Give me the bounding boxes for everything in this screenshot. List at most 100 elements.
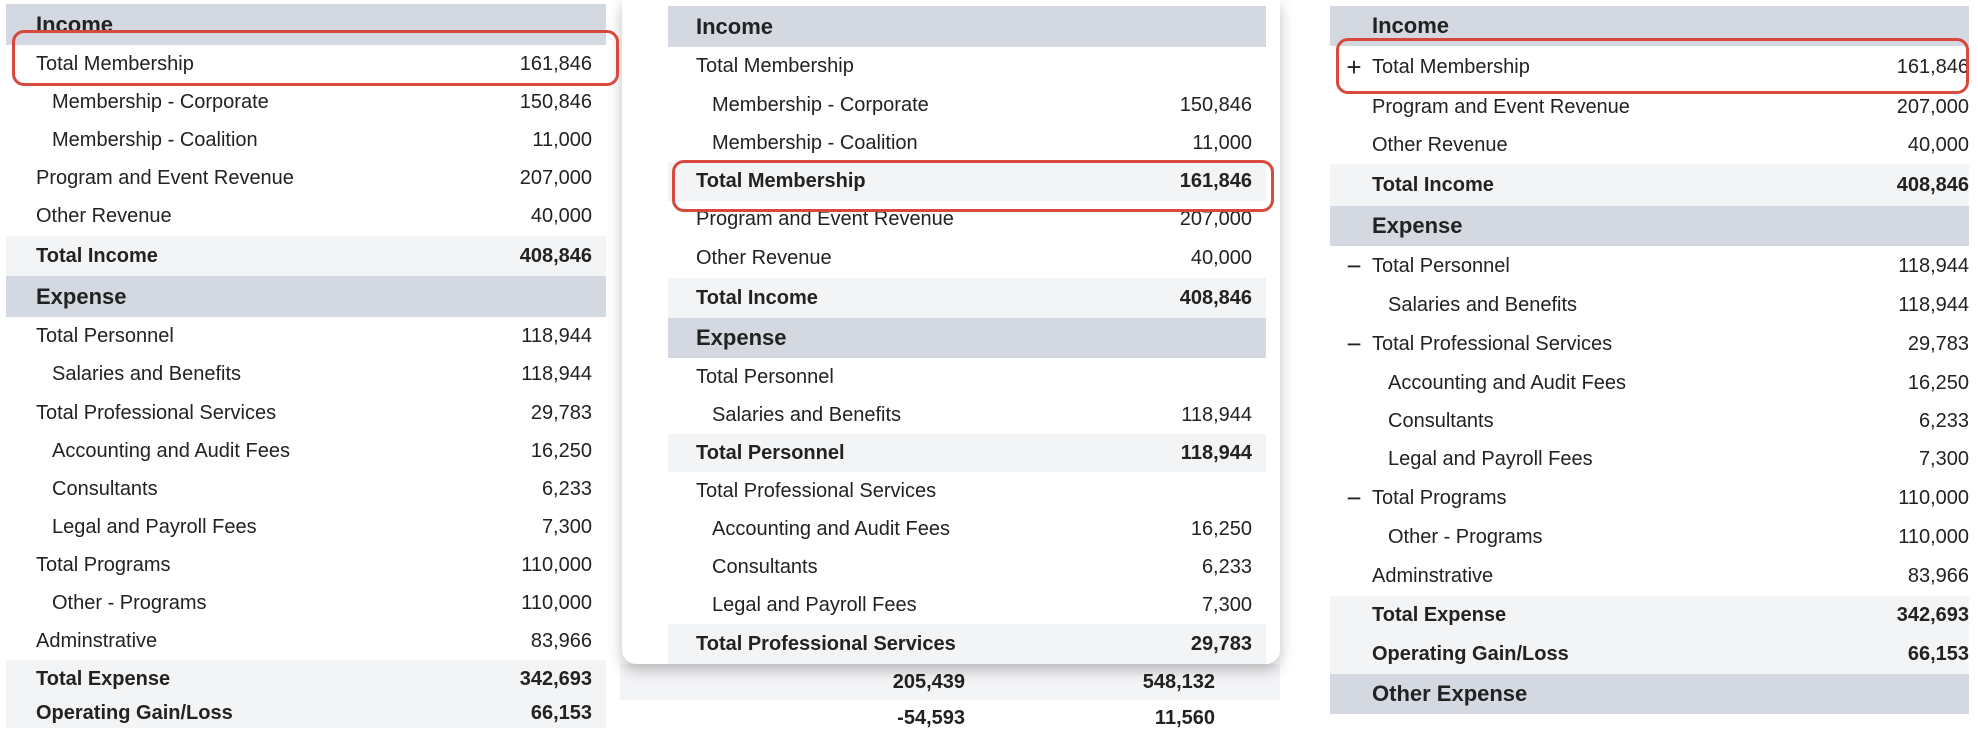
right_panel-row: Accounting and Audit Fees 16,250 <box>1330 364 1969 402</box>
row-value: 110,000 <box>1898 525 1969 548</box>
row-label: Other Revenue <box>1372 133 1508 156</box>
left_panel-row: Accounting and Audit Fees 16,250 <box>6 432 606 470</box>
row-label: Total Programs <box>1372 486 1507 509</box>
background-row-value: 11,560 <box>1154 706 1215 729</box>
row-label: Accounting and Audit Fees <box>52 439 290 462</box>
row-value: 161,846 <box>519 52 592 75</box>
left_panel-row: Salaries and Benefits 118,944 <box>6 355 606 394</box>
right_panel-row: Program and Event Revenue 207,000 <box>1330 88 1969 126</box>
row-value: 7,300 <box>1918 447 1969 470</box>
row-value: 83,966 <box>530 629 592 652</box>
left_panel-row: Program and Event Revenue 207,000 <box>6 159 606 197</box>
row-label: Total Expense <box>36 667 171 690</box>
left_panel-row: Legal and Payroll Fees 7,300 <box>6 508 606 546</box>
right_panel-row: Expense <box>1330 206 1969 246</box>
row-label: Membership - Coalition <box>52 128 258 151</box>
left_panel-row: Total Personnel 118,944 <box>6 317 606 355</box>
row-value: 408,846 <box>519 244 592 267</box>
row-value: 16,250 <box>530 439 592 462</box>
left_panel-row: Expense <box>6 276 606 317</box>
left_panel-row: Adminstrative 83,966 <box>6 622 606 660</box>
collapse-icon[interactable]: − <box>1336 251 1372 282</box>
row-label: Other Revenue <box>36 205 172 227</box>
row-label: Total Personnel <box>1372 254 1510 277</box>
row-label: Total Membership <box>36 52 194 75</box>
background-report-row: -54,593 11,560 <box>620 700 1280 736</box>
right_panel-row: Legal and Payroll Fees 7,300 <box>1330 440 1969 478</box>
row-value: 118,944 <box>1898 254 1969 277</box>
collapse-icon[interactable]: − <box>1336 329 1372 360</box>
row-value: 342,693 <box>519 667 592 690</box>
row-value: 118,944 <box>521 363 592 385</box>
background-row-value: 205,439 <box>892 670 965 693</box>
row-value: 207,000 <box>1896 95 1969 118</box>
left_panel-row: Total Programs 110,000 <box>6 546 606 584</box>
row-label: Income <box>36 11 114 37</box>
row-label: Total Professional Services <box>36 401 277 424</box>
row-label: Other Expense <box>1372 681 1528 706</box>
row-label: Total Membership <box>1372 55 1530 78</box>
row-label: Expense <box>1372 213 1463 238</box>
right_panel-row: Consultants 6,233 <box>1330 402 1969 440</box>
background-row-value: 548,132 <box>1142 670 1215 693</box>
left_panel-row: Other Revenue 40,000 <box>6 197 606 236</box>
row-value: 161,846 <box>1896 55 1969 78</box>
row-value: 110,000 <box>1898 486 1969 509</box>
right_panel-row: Salaries and Benefits 118,944 <box>1330 286 1969 324</box>
popup-shadow <box>622 0 1280 664</box>
row-value: 16,250 <box>1907 371 1969 394</box>
right_panel-row: Other Expense <box>1330 674 1969 714</box>
left_panel-row: Total Professional Services 29,783 <box>6 394 606 432</box>
row-label: Membership - Corporate <box>52 90 269 113</box>
left_panel-row: Other - Programs 110,000 <box>6 584 606 622</box>
left_panel-row: Membership - Coalition 11,000 <box>6 121 606 159</box>
row-value: 29,783 <box>530 401 592 424</box>
right_panel-row[interactable]: + Total Membership 161,846 <box>1330 46 1969 88</box>
right_panel-row[interactable]: − Total Professional Services 29,783 <box>1330 324 1969 364</box>
row-label: Legal and Payroll Fees <box>52 515 257 538</box>
row-value: 83,966 <box>1907 564 1969 587</box>
row-label: Total Expense <box>1372 603 1507 626</box>
row-label: Salaries and Benefits <box>52 363 242 385</box>
row-label: Total Income <box>36 244 158 267</box>
right_panel-row: Adminstrative 83,966 <box>1330 556 1969 596</box>
row-value: 6,233 <box>1918 409 1969 432</box>
row-label: Program and Event Revenue <box>36 166 294 189</box>
row-label: Total Professional Services <box>1372 332 1613 355</box>
left_panel-row: Total Membership 161,846 <box>6 45 606 83</box>
row-value: 6,233 <box>541 477 592 500</box>
row-label: Expense <box>36 283 127 309</box>
right_panel-row[interactable]: − Total Personnel 118,944 <box>1330 246 1969 286</box>
right_panel-row[interactable]: − Total Programs 110,000 <box>1330 478 1969 518</box>
right_panel-row: Total Expense 342,693 <box>1330 596 1969 634</box>
expand-icon[interactable]: + <box>1336 52 1372 83</box>
left_panel-row: Operating Gain/Loss 66,153 <box>6 698 606 728</box>
row-label: Accounting and Audit Fees <box>1388 371 1626 394</box>
row-label: Total Programs <box>36 553 171 576</box>
background-row-value: -54,593 <box>897 706 965 729</box>
left_panel-row: Consultants 6,233 <box>6 470 606 508</box>
report-panel-collapsed: Income Total Membership 161,846 Membership … <box>0 0 620 728</box>
row-value: 408,846 <box>1896 173 1969 196</box>
row-value: 29,783 <box>1907 332 1969 355</box>
row-value: 66,153 <box>530 701 592 724</box>
row-value: 40,000 <box>1907 133 1969 156</box>
row-label: Salaries and Benefits <box>1388 293 1578 316</box>
row-label: Operating Gain/Loss <box>1372 642 1569 665</box>
left_panel-row: Income <box>6 4 606 45</box>
row-label: Program and Event Revenue <box>1372 95 1630 118</box>
row-label: Adminstrative <box>36 629 158 652</box>
left_panel-row: Total Expense 342,693 <box>6 660 606 698</box>
row-label: Consultants <box>1388 409 1494 432</box>
collapse-icon[interactable]: − <box>1336 483 1372 514</box>
row-label: Income <box>1372 13 1450 38</box>
report-panel-toggle: Income + Total Membership 161,846 Program an… <box>1300 0 1978 728</box>
right_panel-row: Operating Gain/Loss 66,153 <box>1330 634 1969 674</box>
row-value: 110,000 <box>521 553 592 576</box>
row-label: Total Income <box>1372 173 1494 196</box>
row-label: Legal and Payroll Fees <box>1388 447 1593 470</box>
row-label: Adminstrative <box>1372 564 1494 587</box>
row-value: 342,693 <box>1896 603 1969 626</box>
row-value: 7,300 <box>541 515 592 538</box>
row-label: Operating Gain/Loss <box>36 701 233 724</box>
